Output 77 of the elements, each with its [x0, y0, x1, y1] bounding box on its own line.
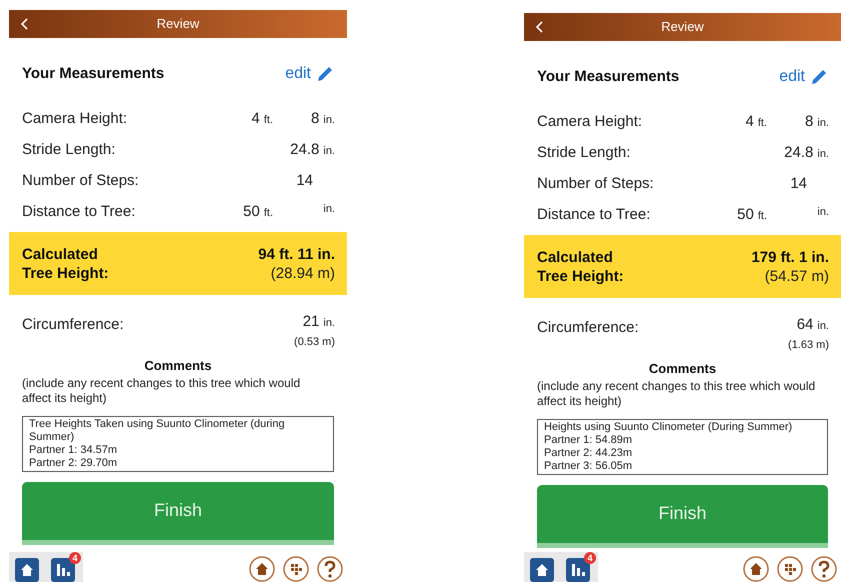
comments-hint: (include any recent changes to this tree which would affect its height) [536, 378, 816, 408]
comment-line: Partner 1: 54.89m [544, 434, 634, 446]
notification-badge: 4 [584, 552, 596, 564]
comment-line: Tree Heights Taken using Suunto Clinometer (during Summer) [29, 418, 286, 444]
screen-title: Review [660, 18, 705, 36]
edit-button[interactable]: edit [285, 62, 335, 86]
pencil-icon [315, 64, 335, 84]
unit-label: in. [817, 319, 829, 334]
measurement-value: 4 [745, 112, 754, 132]
unit-label: ft. [758, 209, 767, 224]
back-icon[interactable] [536, 21, 544, 33]
back-icon[interactable] [21, 18, 29, 30]
unit-label: in. [817, 205, 829, 220]
unit-label: in. [323, 144, 335, 159]
comments-field[interactable]: Heights using Suunto Clinometer (During Summer) Partner 1: 54.89m Partner 2: 44.23m Partner 3: 56.05m [537, 418, 828, 474]
comment-line: Partner 3: 56.05m [544, 460, 634, 472]
measurement-value: 4 [251, 109, 260, 129]
result-metric: (54.57 m) [764, 266, 829, 286]
finish-button[interactable]: Finish [537, 484, 828, 542]
result-label: Calculated Tree Height: [22, 244, 110, 282]
screen-title: Review [156, 15, 200, 34]
comments-title: Comments [648, 360, 718, 378]
measurement-label: Distance to Tree: [537, 205, 650, 225]
help-icon[interactable] [317, 556, 343, 582]
home-icon[interactable] [15, 558, 39, 582]
home-icon[interactable] [743, 556, 769, 582]
circumference-value: 64 [796, 315, 814, 335]
unit-label: ft. [264, 206, 273, 221]
measurement-label: Stride Length: [537, 143, 630, 163]
result-imperial: 94 ft. 11 in. [258, 244, 335, 264]
help-icon[interactable] [811, 556, 837, 582]
unit-label: in. [817, 116, 829, 131]
measurement-value: 14 [790, 174, 808, 194]
result-label: Calculated Tree Height: [537, 248, 625, 286]
result-metric: (28.94 m) [270, 264, 335, 282]
circumference-value: 21 [302, 312, 320, 332]
measurement-label: Stride Length: [22, 140, 116, 160]
notification-badge: 4 [69, 552, 81, 564]
unit-label: in. [817, 147, 829, 162]
measurement-value: 50 [243, 202, 260, 222]
measurement-label: Camera Height: [537, 112, 642, 132]
home-icon[interactable] [249, 556, 275, 582]
comments-title: Comments [143, 357, 213, 375]
unit-label: ft. [758, 116, 767, 131]
unit-label: in. [323, 316, 335, 331]
pencil-icon [809, 67, 829, 87]
measurement-label: Camera Height: [22, 109, 128, 129]
home-icon[interactable] [530, 558, 554, 582]
comments-field[interactable]: Tree Heights Taken using Suunto Clinometer (during Summer) Partner 1: 34.57m Partner 2: 29.70m [22, 416, 334, 472]
grid-icon[interactable] [777, 556, 803, 582]
grid-icon[interactable] [283, 556, 309, 582]
circumference-metric: (1.63 m) [788, 338, 829, 352]
unit-label: in. [323, 202, 335, 217]
circumference-label: Circumference: [537, 318, 639, 338]
measurement-value: 50 [737, 205, 754, 225]
measurement-label: Number of Steps: [537, 174, 654, 194]
comment-line: Partner 2: 44.23m [544, 446, 634, 460]
measurement-value: 8 [311, 109, 320, 129]
measurement-value: 24.8 [784, 143, 814, 163]
section-heading: Your Measurements [537, 66, 680, 87]
comment-line: Partner 1: 34.57m [29, 444, 118, 456]
unit-label: in. [323, 113, 335, 128]
comments-hint: (include any recent changes to this tree which would affect its height) [21, 376, 302, 406]
comment-line: Partner 2: 29.70m [29, 456, 118, 470]
result-imperial: 179 ft. 1 in. [751, 248, 829, 266]
unit-label: ft. [264, 113, 273, 128]
measurement-value: 8 [805, 112, 814, 132]
section-heading: Your Measurements [22, 64, 164, 84]
measurement-value: 24.8 [290, 140, 320, 160]
measurement-label: Number of Steps: [22, 171, 139, 191]
measurement-label: Distance to Tree: [22, 202, 136, 222]
circumference-label: Circumference: [22, 315, 124, 335]
circumference-metric: (0.53 m) [294, 334, 335, 350]
edit-button[interactable]: edit [779, 65, 829, 89]
comment-line: Heights using Suunto Clinometer (During Summer) [544, 420, 794, 434]
finish-button[interactable]: Finish [22, 482, 334, 540]
measurement-value: 14 [296, 171, 314, 191]
